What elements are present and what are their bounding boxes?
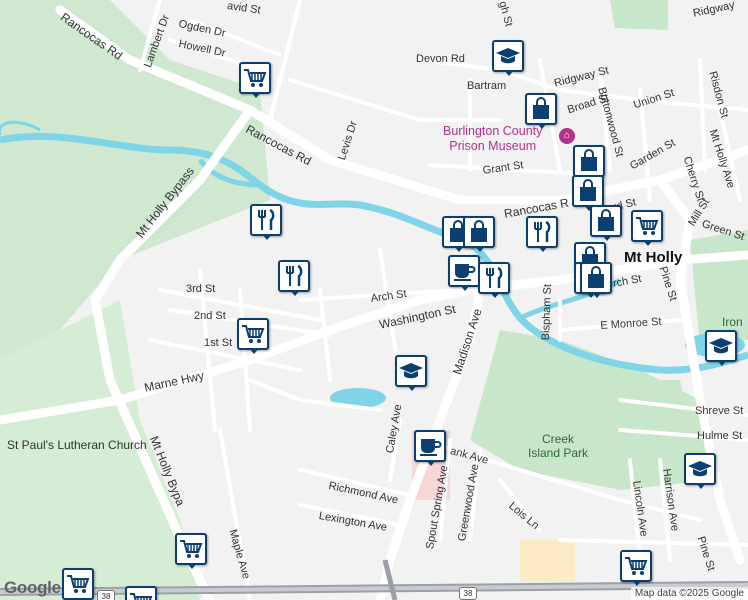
shopping-bag-icon [572, 175, 604, 207]
marker-pointer [632, 580, 642, 586]
restaurant-icon [278, 260, 310, 292]
park-label-line-2: Island Park [528, 446, 589, 460]
map-marker-shopping-cart-4[interactable] [175, 533, 209, 569]
map-marker-downtown-cluster-3[interactable] [590, 205, 624, 241]
marker-pointer [290, 290, 300, 296]
street-label-shreve-st: Shreve St [695, 405, 744, 417]
coffee-cup-icon [414, 430, 446, 462]
street-label-bispham-st: Bispham St [540, 283, 554, 341]
shopping-bag-icon [580, 262, 612, 294]
marker-pointer [262, 234, 272, 240]
shopping-bag-icon [463, 216, 495, 248]
restaurant-icon [478, 262, 510, 294]
graduation-cap-icon [395, 355, 427, 387]
map-marker-graduation-cap-3[interactable] [705, 330, 739, 366]
marker-pointer [460, 285, 470, 291]
marker-pointer [475, 246, 485, 252]
map-marker-shopping-cart-1[interactable] [239, 62, 273, 98]
map-marker-graduation-cap-2[interactable] [395, 355, 429, 391]
marker-pointer [504, 70, 514, 76]
street-label-devon-rd: Devon Rd [416, 53, 465, 65]
shopping-cart-icon [175, 533, 207, 565]
shopping-cart-icon [239, 62, 271, 94]
map-marker-shopping-bag-3[interactable] [463, 216, 497, 252]
marker-pointer [696, 483, 706, 489]
street-label-hulme-st: Hulme St [697, 430, 743, 442]
map-marker-restaurant-4[interactable] [526, 216, 560, 252]
place-label-mt-holly: Mt Holly [624, 249, 683, 266]
map-marker-cafe-2[interactable] [414, 430, 448, 466]
church-label: St Paul's Lutheran Church [7, 438, 147, 452]
map-marker-shopping-cart-2[interactable] [237, 318, 271, 354]
map-marker-restaurant-2[interactable] [278, 260, 312, 296]
map-attribution[interactable]: Map data ©2025 Google [630, 587, 748, 600]
map-marker-shopping-cart-3[interactable] [631, 210, 665, 246]
marker-pointer [249, 348, 259, 354]
marker-pointer [407, 385, 417, 391]
shopping-bag-icon [590, 205, 622, 237]
museum-icon[interactable]: ⌂ [559, 128, 575, 144]
map-marker-graduation-cap-1[interactable] [492, 40, 526, 76]
poi-label-line-2: Prison Museum [449, 139, 537, 153]
shopping-cart-icon [237, 318, 269, 350]
map-marker-cafe-1[interactable] [448, 255, 482, 291]
marker-pointer [602, 235, 612, 241]
route-38-shield-2: 38 [459, 587, 477, 600]
marker-pointer [592, 292, 602, 298]
marker-pointer [538, 246, 548, 252]
restaurant-icon [526, 216, 558, 248]
map-marker-restaurant-1[interactable] [250, 204, 284, 240]
shopping-bag-icon [573, 145, 605, 177]
map-marker-graduation-cap-4[interactable] [684, 453, 718, 489]
shopping-cart-icon [631, 210, 663, 242]
shopping-cart-icon [62, 568, 94, 600]
marker-pointer [251, 92, 261, 98]
shopping-cart-icon [620, 550, 652, 582]
coffee-cup-icon [448, 255, 480, 287]
street-label-3rd-st: 3rd St [186, 283, 216, 295]
map-marker-shopping-bag-6[interactable] [580, 262, 614, 298]
graduation-cap-icon [705, 330, 737, 362]
shopping-cart-icon [125, 586, 157, 600]
graduation-cap-icon [492, 40, 524, 72]
map-marker-shopping-cart-7[interactable] [125, 586, 159, 600]
street-label-bartram: Bartram [467, 80, 507, 92]
marker-pointer [643, 240, 653, 246]
route-38-shield-1: 38 [97, 590, 115, 600]
marker-pointer [490, 292, 500, 298]
park-label-creek-island: Creek Island Park [528, 432, 588, 460]
marker-pointer [537, 123, 547, 129]
google-logo[interactable]: Google [4, 578, 61, 598]
shopping-bag-icon [525, 93, 557, 125]
map-canvas[interactable]: Lambert Dr Ogden Dr Howell Dr avid St Ra… [0, 0, 748, 600]
marker-pointer [187, 563, 197, 569]
graduation-cap-icon [684, 453, 716, 485]
map-marker-shopping-cart-5[interactable] [620, 550, 654, 586]
street-label-1st-st: 1st St [204, 337, 233, 349]
map-marker-restaurant-3[interactable] [478, 262, 512, 298]
map-marker-shopping-cart-6[interactable] [62, 568, 96, 600]
park-label-line-1: Creek [542, 432, 575, 446]
street-label-2nd-st: 2nd St [194, 310, 226, 322]
place-label-iron: Iron [722, 315, 743, 329]
restaurant-icon [250, 204, 282, 236]
marker-pointer [426, 460, 436, 466]
marker-pointer [717, 360, 727, 366]
map-marker-shopping-bag-1[interactable] [525, 93, 559, 129]
